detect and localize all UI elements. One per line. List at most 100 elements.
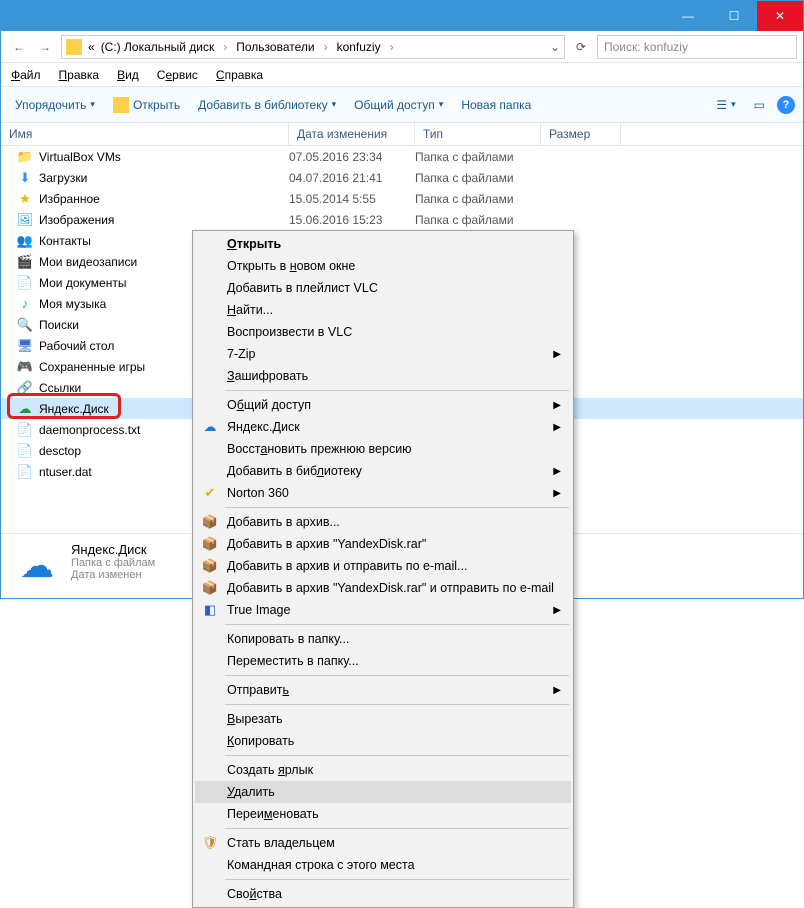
chevron-right-icon: ▶ <box>553 422 561 433</box>
view-mode-button[interactable]: ☰▾ <box>710 95 741 115</box>
breadcrumb[interactable]: « (C:) Локальный диск › Пользователи › k… <box>61 35 565 59</box>
yandex-disk-icon: ☁ <box>13 542 61 590</box>
file-type: Папка с файлами <box>415 192 555 206</box>
context-menu-item[interactable]: Найти... <box>195 299 571 321</box>
folder-icon <box>113 97 129 113</box>
file-icon: ♪ <box>17 296 33 312</box>
file-icon: 📄 <box>17 422 33 438</box>
menu-item-label: Восстановить прежнюю версию <box>227 442 412 456</box>
add-library-button[interactable]: Добавить в библиотеку▾ <box>192 95 342 115</box>
menu-edit[interactable]: Правка <box>59 68 100 82</box>
menu-file[interactable]: Файл <box>11 68 41 82</box>
file-name: Избранное <box>39 192 289 206</box>
file-row[interactable]: 📁VirtualBox VMs07.05.2016 23:34Папка с ф… <box>1 146 803 167</box>
file-icon: 🎬 <box>17 254 33 270</box>
menu-separator <box>225 704 569 705</box>
file-type: Папка с файлами <box>415 150 555 164</box>
file-icon: 📄 <box>17 443 33 459</box>
context-menu-item[interactable]: 📦Добавить в архив и отправить по e-mail.… <box>195 555 571 577</box>
menu-item-icon: ✔ <box>201 484 219 502</box>
menu-item-label: True Image <box>227 603 290 617</box>
header-size[interactable]: Размер <box>541 123 621 145</box>
context-menu-item[interactable]: Копировать <box>195 730 571 752</box>
file-type: Папка с файлами <box>415 171 555 185</box>
header-date[interactable]: Дата изменения <box>289 123 415 145</box>
file-name: Изображения <box>39 213 289 227</box>
menu-help[interactable]: Справка <box>216 68 263 82</box>
file-row[interactable]: 🖼Изображения15.06.2016 15:23Папка с файл… <box>1 209 803 230</box>
menu-item-label: Зашифровать <box>227 369 308 383</box>
menu-item-label: Добавить в плейлист VLC <box>227 281 378 295</box>
context-menu-item[interactable]: Вырезать <box>195 708 571 730</box>
organize-button[interactable]: Упорядочить▾ <box>9 95 101 115</box>
context-menu-item[interactable]: Добавить в библиотеку▶ <box>195 460 571 482</box>
preview-pane-button[interactable]: ▭ <box>748 95 771 115</box>
context-menu-item[interactable]: Открыть <box>195 233 571 255</box>
context-menu-item[interactable]: Командная строка с этого места <box>195 854 571 876</box>
context-menu-item[interactable]: Копировать в папку... <box>195 628 571 650</box>
refresh-button[interactable]: ⟳ <box>569 35 593 59</box>
context-menu-item[interactable]: Переместить в папку... <box>195 650 571 672</box>
nav-prefix: « <box>88 40 95 54</box>
maximize-button[interactable]: ☐ <box>711 1 757 31</box>
folder-icon <box>66 39 82 55</box>
menu-item-label: Добавить в архив "YandexDisk.rar" <box>227 537 426 551</box>
menu-item-label: Отправить <box>227 683 289 697</box>
open-button[interactable]: Открыть <box>107 94 186 116</box>
breadcrumb-crumb-1[interactable]: Пользователи <box>236 40 314 54</box>
context-menu-item[interactable]: 📦Добавить в архив "YandexDisk.rar" <box>195 533 571 555</box>
context-menu: ОткрытьОткрыть в новом окне Добавить в пл… <box>192 230 574 908</box>
context-menu-item[interactable]: ◧True Image▶ <box>195 599 571 621</box>
menu-view[interactable]: Вид <box>117 68 139 82</box>
context-menu-item[interactable]: Удалить <box>195 781 571 803</box>
search-input[interactable]: Поиск: konfuziy <box>597 35 797 59</box>
file-date: 15.06.2016 15:23 <box>289 213 415 227</box>
file-row[interactable]: ★Избранное15.05.2014 5:55Папка с файлами <box>1 188 803 209</box>
context-menu-item[interactable]: Общий доступ▶ <box>195 394 571 416</box>
context-menu-item[interactable]: Создать ярлык <box>195 759 571 781</box>
minimize-button[interactable]: — <box>665 1 711 31</box>
breadcrumb-crumb-0[interactable]: (C:) Локальный диск <box>101 40 215 54</box>
forward-button[interactable]: → <box>33 35 57 59</box>
details-type: Папка с файлам <box>71 557 155 569</box>
context-menu-item[interactable]: 📦Добавить в архив "YandexDisk.rar" и отп… <box>195 577 571 599</box>
file-icon: 🖥 <box>17 338 33 354</box>
chevron-down-icon[interactable]: ⌄ <box>550 40 560 54</box>
header-type[interactable]: Тип <box>415 123 541 145</box>
menu-tools[interactable]: Сервис <box>157 68 198 82</box>
context-menu-item[interactable]: Добавить в плейлист VLC <box>195 277 571 299</box>
menu-item-label: Вырезать <box>227 712 283 726</box>
context-menu-item[interactable]: Зашифровать <box>195 365 571 387</box>
help-icon[interactable]: ? <box>777 96 795 114</box>
context-menu-item[interactable]: 📦Добавить в архив... <box>195 511 571 533</box>
context-menu-item[interactable]: Открыть в новом окне <box>195 255 571 277</box>
menubar: Файл Правка Вид Сервис Справка <box>1 63 803 87</box>
breadcrumb-crumb-2[interactable]: konfuziy <box>337 40 381 54</box>
file-type: Папка с файлами <box>415 213 555 227</box>
back-button[interactable]: ← <box>7 35 31 59</box>
context-menu-item[interactable]: ☁Яндекс.Диск▶ <box>195 416 571 438</box>
chevron-right-icon: › <box>324 40 328 54</box>
chevron-right-icon: › <box>390 40 394 54</box>
details-date-label: Дата изменен <box>71 569 155 581</box>
file-date: 04.07.2016 21:41 <box>289 171 415 185</box>
share-button[interactable]: Общий доступ▾ <box>348 95 449 115</box>
context-menu-item[interactable]: Свойства <box>195 883 571 905</box>
context-menu-item[interactable]: Переименовать <box>195 803 571 825</box>
file-icon: 🔗 <box>17 380 33 396</box>
column-headers: Имя Дата изменения Тип Размер <box>1 123 803 146</box>
context-menu-item[interactable]: Отправить▶ <box>195 679 571 701</box>
menu-item-label: Свойства <box>227 887 282 901</box>
context-menu-item[interactable]: 🛡Стать владельцем <box>195 832 571 854</box>
file-name: Загрузки <box>39 171 289 185</box>
header-name[interactable]: Имя <box>1 123 289 145</box>
new-folder-button[interactable]: Новая папка <box>455 95 537 115</box>
close-button[interactable]: ✕ <box>757 1 803 31</box>
context-menu-item[interactable]: ✔Norton 360▶ <box>195 482 571 504</box>
context-menu-item[interactable]: Восстановить прежнюю версию <box>195 438 571 460</box>
menu-item-icon: 📦 <box>201 513 219 531</box>
context-menu-item[interactable]: Воспроизвести в VLC <box>195 321 571 343</box>
menu-item-icon: ◧ <box>201 601 219 619</box>
context-menu-item[interactable]: 7-Zip▶ <box>195 343 571 365</box>
file-row[interactable]: ⬇Загрузки04.07.2016 21:41Папка с файлами <box>1 167 803 188</box>
